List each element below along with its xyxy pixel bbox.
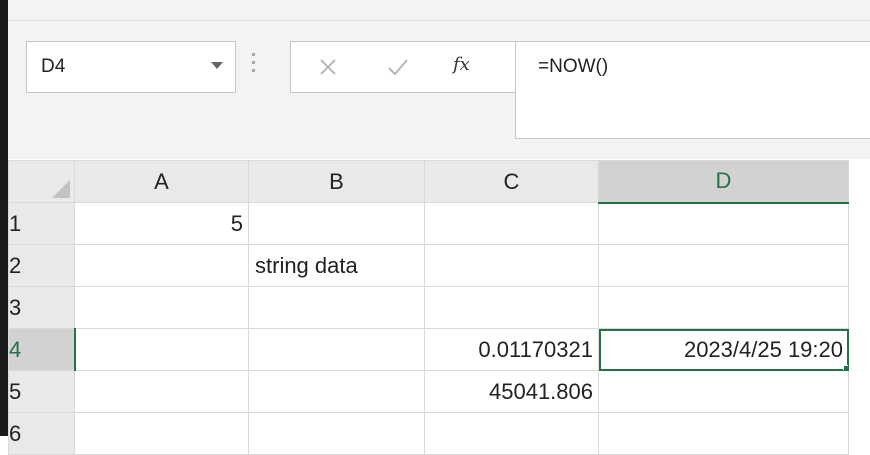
formula-buttons: fx bbox=[290, 41, 515, 93]
window-left-border bbox=[0, 0, 8, 436]
name-box[interactable]: D4 bbox=[26, 41, 236, 93]
cell-b4[interactable] bbox=[248, 328, 425, 371]
cell-d5[interactable] bbox=[598, 370, 849, 413]
row-header-3[interactable]: 3 bbox=[8, 286, 75, 329]
column-header-c[interactable]: C bbox=[424, 160, 599, 203]
cell-c3[interactable] bbox=[424, 286, 599, 329]
formula-text: =NOW() bbox=[538, 56, 609, 77]
column-header-b[interactable]: B bbox=[248, 160, 425, 203]
cell-b1[interactable] bbox=[248, 202, 425, 245]
cell-b6[interactable] bbox=[248, 412, 425, 455]
name-box-value: D4 bbox=[41, 56, 66, 77]
row-header-5[interactable]: 5 bbox=[8, 370, 75, 413]
fill-handle[interactable] bbox=[843, 365, 848, 370]
cell-b2[interactable]: string data bbox=[248, 244, 425, 287]
cell-a1[interactable]: 5 bbox=[74, 202, 249, 245]
column-header-d[interactable]: D bbox=[598, 160, 849, 204]
drag-handle-icon[interactable] bbox=[252, 53, 256, 81]
cell-d4-value: 2023/4/25 19:20 bbox=[683, 336, 843, 362]
cell-d3[interactable] bbox=[598, 286, 849, 329]
row-header-6[interactable]: 6 bbox=[8, 412, 75, 455]
formula-bar-area: D4 fx =NOW() bbox=[8, 21, 870, 159]
cell-a4[interactable] bbox=[74, 328, 249, 371]
cell-c1[interactable] bbox=[424, 202, 599, 245]
check-icon[interactable] bbox=[383, 52, 413, 82]
cell-d4[interactable]: 2023/4/25 19:20 bbox=[598, 328, 849, 371]
formula-input[interactable]: =NOW() bbox=[515, 41, 870, 139]
cell-a5[interactable] bbox=[74, 370, 249, 413]
cell-c5[interactable]: 45041.806 bbox=[424, 370, 599, 413]
function-icon[interactable]: fx bbox=[453, 54, 483, 84]
column-header-a[interactable]: A bbox=[74, 160, 249, 203]
cell-d2[interactable] bbox=[598, 244, 849, 287]
cell-d6[interactable] bbox=[598, 412, 849, 455]
close-icon[interactable] bbox=[313, 52, 343, 82]
cell-d1[interactable] bbox=[598, 202, 849, 245]
chevron-down-icon[interactable] bbox=[211, 62, 223, 69]
worksheet-grid: A B C D 1 5 2 string data 3 4 0.01170321… bbox=[8, 160, 849, 455]
cell-c2[interactable] bbox=[424, 244, 599, 287]
select-all-button[interactable] bbox=[8, 160, 75, 203]
cell-a3[interactable] bbox=[74, 286, 249, 329]
cell-a2[interactable] bbox=[74, 244, 249, 287]
row-header-2[interactable]: 2 bbox=[8, 244, 75, 287]
cell-c6[interactable] bbox=[424, 412, 599, 455]
cell-c4[interactable]: 0.01170321 bbox=[424, 328, 599, 371]
cell-a6[interactable] bbox=[74, 412, 249, 455]
row-header-4[interactable]: 4 bbox=[8, 328, 76, 371]
cell-b5[interactable] bbox=[248, 370, 425, 413]
cell-b3[interactable] bbox=[248, 286, 425, 329]
row-header-1[interactable]: 1 bbox=[8, 202, 75, 245]
ribbon-strip bbox=[8, 0, 870, 21]
